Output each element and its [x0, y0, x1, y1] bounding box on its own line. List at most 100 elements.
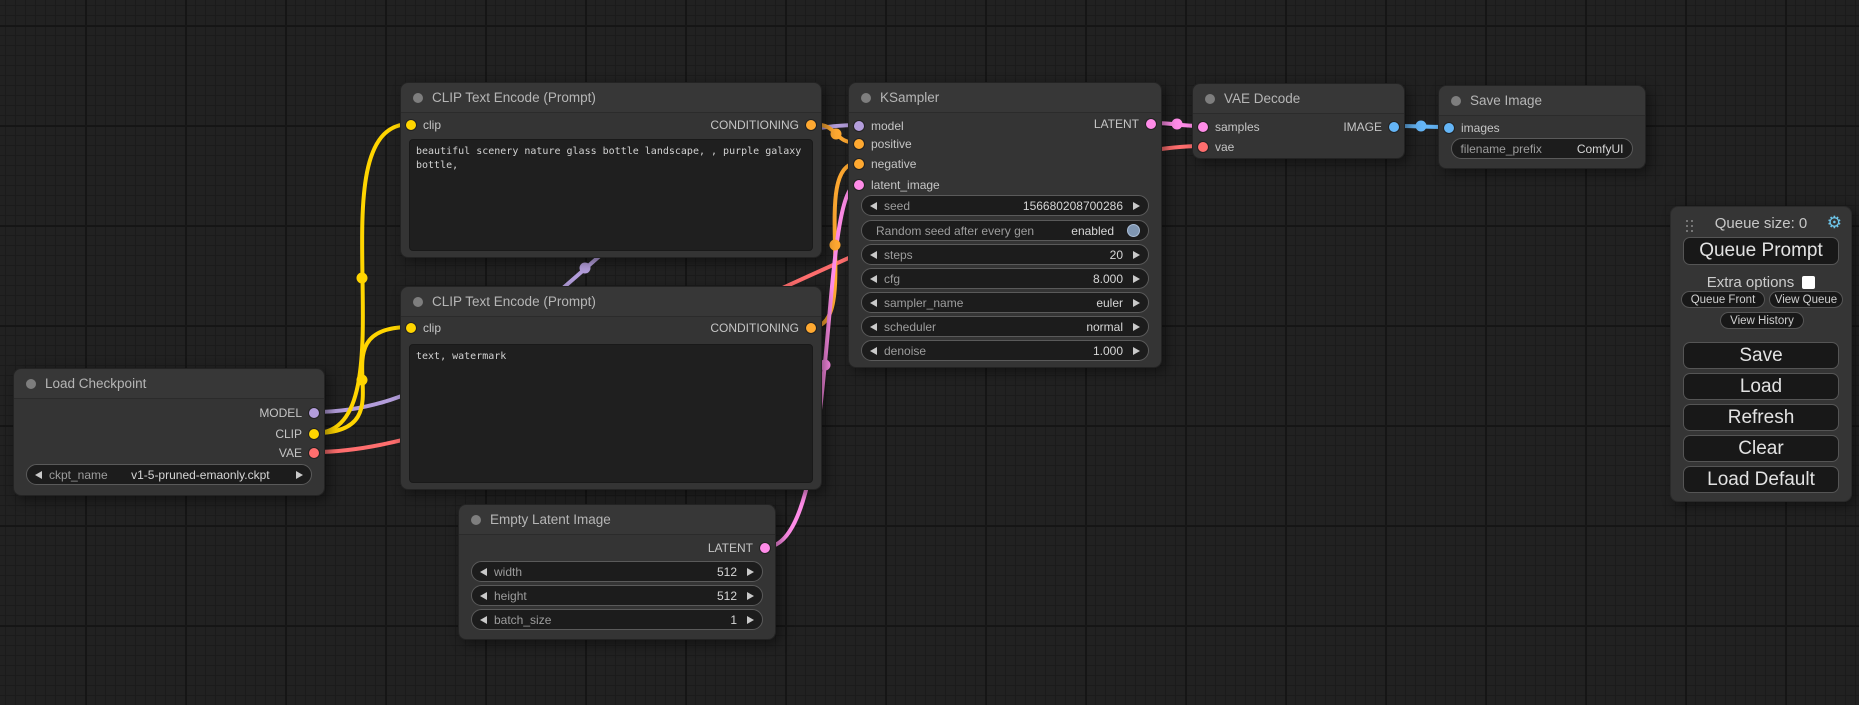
- input-slot-positive[interactable]: positive: [854, 137, 912, 151]
- latent-port-icon[interactable]: [1198, 122, 1208, 132]
- queue-prompt-button[interactable]: Queue Prompt: [1683, 237, 1839, 265]
- collapse-dot-icon[interactable]: [861, 93, 871, 103]
- output-slot-vae[interactable]: VAE: [279, 446, 319, 460]
- node-empty-latent-image[interactable]: Empty Latent Image LATENT width 512 heig…: [458, 504, 776, 640]
- node-ksampler[interactable]: KSampler model positive negative latent_…: [848, 82, 1162, 368]
- node-vae-decode[interactable]: VAE Decode samples vae IMAGE: [1192, 83, 1405, 159]
- drag-handle-icon[interactable]: [1686, 220, 1688, 222]
- clear-button[interactable]: Clear: [1683, 435, 1839, 462]
- collapse-dot-icon[interactable]: [413, 297, 423, 307]
- output-slot-conditioning[interactable]: CONDITIONING: [710, 118, 816, 132]
- decrement-icon[interactable]: [35, 471, 42, 479]
- widget-width[interactable]: width 512: [471, 561, 763, 582]
- view-queue-button[interactable]: View Queue: [1769, 291, 1843, 308]
- latent-port-icon[interactable]: [760, 543, 770, 553]
- decrement-icon[interactable]: [870, 251, 877, 259]
- widget-ckpt-name[interactable]: ckpt_name v1-5-pruned-emaonly.ckpt: [26, 464, 312, 485]
- prompt-textarea[interactable]: text, watermark: [409, 344, 813, 483]
- widget-seed[interactable]: seed 156680208700286: [861, 195, 1149, 216]
- output-slot-clip[interactable]: CLIP: [275, 427, 319, 441]
- widget-sampler-name[interactable]: sampler_name euler: [861, 292, 1149, 313]
- input-slot-samples[interactable]: samples: [1198, 120, 1260, 134]
- output-slot-latent[interactable]: LATENT: [708, 541, 770, 555]
- widget-scheduler[interactable]: scheduler normal: [861, 316, 1149, 337]
- vae-port-icon[interactable]: [309, 448, 319, 458]
- widget-filename-prefix[interactable]: filename_prefix ComfyUI: [1451, 138, 1633, 159]
- node-title-bar[interactable]: Load Checkpoint: [14, 369, 324, 399]
- queue-panel[interactable]: Queue size: 0 ⚙ Queue Prompt Extra optio…: [1670, 206, 1852, 502]
- view-history-button[interactable]: View History: [1720, 312, 1804, 329]
- input-slot-negative[interactable]: negative: [854, 157, 916, 171]
- input-slot-vae[interactable]: vae: [1198, 140, 1234, 154]
- widget-batch-size[interactable]: batch_size 1: [471, 609, 763, 630]
- load-default-button[interactable]: Load Default: [1683, 466, 1839, 493]
- node-title-bar[interactable]: Save Image: [1439, 86, 1645, 116]
- conditioning-port-icon[interactable]: [854, 139, 864, 149]
- conditioning-port-icon[interactable]: [806, 120, 816, 130]
- increment-icon[interactable]: [1133, 275, 1140, 283]
- node-clip-text-encode-negative[interactable]: CLIP Text Encode (Prompt) clip CONDITION…: [400, 286, 822, 490]
- input-slot-clip[interactable]: clip: [406, 118, 441, 132]
- increment-icon[interactable]: [747, 592, 754, 600]
- decrement-icon[interactable]: [870, 275, 877, 283]
- prompt-textarea[interactable]: beautiful scenery nature glass bottle la…: [409, 139, 813, 251]
- widget-denoise[interactable]: denoise 1.000: [861, 340, 1149, 361]
- increment-icon[interactable]: [296, 471, 303, 479]
- input-slot-model[interactable]: model: [854, 119, 904, 133]
- image-port-icon[interactable]: [1389, 122, 1399, 132]
- clip-port-icon[interactable]: [406, 120, 416, 130]
- decrement-icon[interactable]: [870, 347, 877, 355]
- node-graph-canvas[interactable]: Load Checkpoint MODEL CLIP VAE ckpt_name…: [0, 0, 1859, 705]
- node-title-bar[interactable]: CLIP Text Encode (Prompt): [401, 83, 821, 113]
- widget-random-seed-toggle[interactable]: Random seed after every gen enabled: [861, 220, 1149, 241]
- increment-icon[interactable]: [747, 616, 754, 624]
- queue-front-button[interactable]: Queue Front: [1681, 291, 1765, 308]
- input-slot-images[interactable]: images: [1444, 121, 1500, 135]
- image-port-icon[interactable]: [1444, 123, 1454, 133]
- increment-icon[interactable]: [1133, 299, 1140, 307]
- widget-height[interactable]: height 512: [471, 585, 763, 606]
- collapse-dot-icon[interactable]: [413, 93, 423, 103]
- increment-icon[interactable]: [1133, 251, 1140, 259]
- collapse-dot-icon[interactable]: [1205, 94, 1215, 104]
- increment-icon[interactable]: [1133, 323, 1140, 331]
- node-clip-text-encode-positive[interactable]: CLIP Text Encode (Prompt) clip CONDITION…: [400, 82, 822, 258]
- node-title-bar[interactable]: CLIP Text Encode (Prompt): [401, 287, 821, 317]
- output-slot-model[interactable]: MODEL: [259, 406, 319, 420]
- settings-gear-icon[interactable]: ⚙: [1827, 213, 1842, 233]
- clip-port-icon[interactable]: [309, 429, 319, 439]
- latent-port-icon[interactable]: [854, 180, 864, 190]
- input-slot-latent-image[interactable]: latent_image: [854, 178, 940, 192]
- refresh-button[interactable]: Refresh: [1683, 404, 1839, 431]
- node-save-image[interactable]: Save Image images filename_prefix ComfyU…: [1438, 85, 1646, 169]
- widget-cfg[interactable]: cfg 8.000: [861, 268, 1149, 289]
- conditioning-port-icon[interactable]: [806, 323, 816, 333]
- model-port-icon[interactable]: [854, 121, 864, 131]
- node-title-bar[interactable]: KSampler: [849, 83, 1161, 113]
- input-slot-clip[interactable]: clip: [406, 321, 441, 335]
- increment-icon[interactable]: [747, 568, 754, 576]
- save-button[interactable]: Save: [1683, 342, 1839, 369]
- load-button[interactable]: Load: [1683, 373, 1839, 400]
- output-slot-image[interactable]: IMAGE: [1343, 120, 1399, 134]
- extra-options-checkbox[interactable]: [1802, 276, 1815, 289]
- node-title-bar[interactable]: VAE Decode: [1193, 84, 1404, 114]
- increment-icon[interactable]: [1133, 347, 1140, 355]
- latent-port-icon[interactable]: [1146, 119, 1156, 129]
- collapse-dot-icon[interactable]: [1451, 96, 1461, 106]
- decrement-icon[interactable]: [480, 616, 487, 624]
- clip-port-icon[interactable]: [406, 323, 416, 333]
- node-load-checkpoint[interactable]: Load Checkpoint MODEL CLIP VAE ckpt_name…: [13, 368, 325, 496]
- conditioning-port-icon[interactable]: [854, 159, 864, 169]
- output-slot-latent[interactable]: LATENT: [1094, 117, 1156, 131]
- increment-icon[interactable]: [1133, 202, 1140, 210]
- decrement-icon[interactable]: [480, 592, 487, 600]
- output-slot-conditioning[interactable]: CONDITIONING: [710, 321, 816, 335]
- decrement-icon[interactable]: [870, 202, 877, 210]
- collapse-dot-icon[interactable]: [471, 515, 481, 525]
- vae-port-icon[interactable]: [1198, 142, 1208, 152]
- collapse-dot-icon[interactable]: [26, 379, 36, 389]
- widget-steps[interactable]: steps 20: [861, 244, 1149, 265]
- decrement-icon[interactable]: [870, 323, 877, 331]
- model-port-icon[interactable]: [309, 408, 319, 418]
